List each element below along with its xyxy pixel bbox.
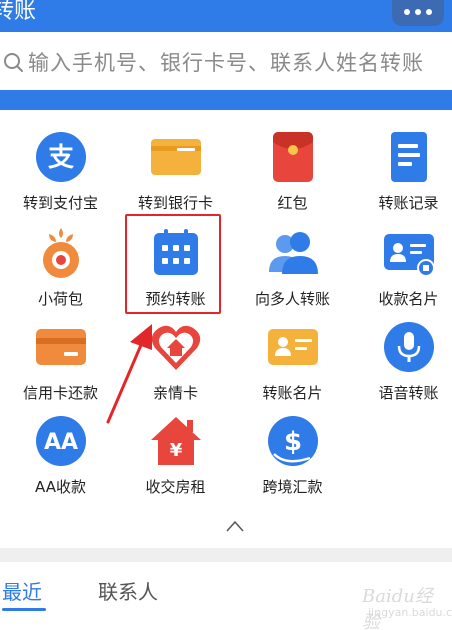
small-wallet-icon — [42, 228, 79, 278]
alipay-icon: 支 — [35, 132, 86, 182]
grid-item-multi-transfer[interactable]: 向多人转账 — [236, 206, 349, 308]
grid-item-voice-transfer[interactable]: 语音转账 — [352, 300, 452, 402]
grid-item-cross-border[interactable]: $ 跨境汇款 — [236, 394, 349, 496]
credit-card-icon — [35, 329, 86, 365]
chevron-up-icon[interactable] — [226, 520, 244, 532]
header-band — [0, 90, 452, 110]
grid-item-label: 跨境汇款 — [262, 478, 323, 496]
watermark-subtext: jingyan.baidu.com — [368, 606, 452, 619]
red-envelope-icon — [272, 132, 313, 182]
svg-text:AA: AA — [43, 430, 77, 455]
more-dots-icon — [404, 9, 410, 15]
receive-card-icon — [383, 234, 435, 277]
tab-recent[interactable]: 最近 — [2, 576, 42, 605]
watermark: Baidu经验 jingyan.baidu.com — [332, 574, 452, 630]
svg-text:$: $ — [283, 427, 301, 457]
grid-item-label: 语音转账 — [378, 384, 439, 402]
highlight-box — [125, 214, 221, 314]
grid-item-transfer-record[interactable]: 转账记录 — [352, 110, 452, 212]
function-grid: 支 转到支付宝 转到银行卡 红包 转账记录 小荷包 预约转账 向多人转账 收款名… — [0, 110, 452, 550]
more-button[interactable] — [392, 0, 444, 26]
section-divider — [0, 548, 452, 562]
svg-text:¥: ¥ — [169, 440, 182, 461]
search-input[interactable]: 输入手机号、银行卡号、联系人姓名转账 — [28, 47, 424, 77]
grid-item-small-wallet[interactable]: 小荷包 — [4, 206, 117, 308]
grid-item-alipay[interactable]: 支 转到支付宝 — [4, 110, 117, 212]
cross-border-icon: $ — [267, 416, 318, 466]
grid-item-transfer-card[interactable]: 转账名片 — [236, 300, 349, 402]
more-dot — [415, 9, 421, 15]
search-bar[interactable]: 输入手机号、银行卡号、联系人姓名转账 — [0, 32, 452, 92]
search-icon — [4, 53, 23, 72]
grid-item-receive-card[interactable]: 收款名片 — [352, 206, 452, 308]
annotation-arrow — [106, 324, 152, 424]
header-bar: 转账 — [0, 0, 452, 32]
aa-icon: AA — [35, 416, 86, 466]
transfer-card-icon — [267, 329, 318, 365]
grid-item-label: 收交房租 — [145, 478, 206, 496]
transfer-record-icon — [390, 132, 427, 182]
page-title: 转账 — [0, 0, 37, 24]
grid-item-red-envelope[interactable]: 红包 — [236, 110, 349, 212]
tab-active-indicator — [2, 608, 46, 611]
grid-item-label: AA收款 — [35, 478, 86, 496]
more-dot — [426, 9, 432, 15]
multi-person-icon — [268, 232, 318, 274]
microphone-icon — [383, 322, 434, 372]
svg-text:支: 支 — [47, 143, 73, 173]
tab-contacts[interactable]: 联系人 — [98, 576, 158, 605]
bank-card-icon — [150, 139, 201, 175]
grid-item-bank-card[interactable]: 转到银行卡 — [119, 110, 232, 212]
